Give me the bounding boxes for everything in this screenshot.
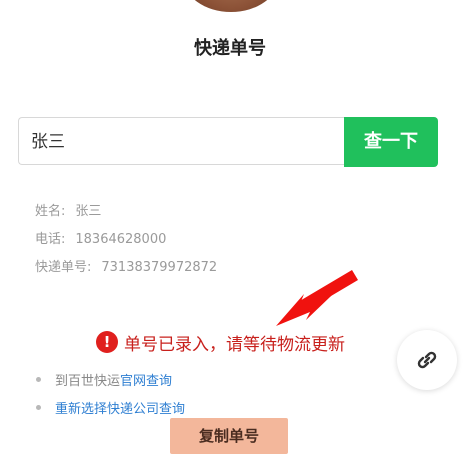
page: 快递单号 张三 查一下 姓名: 张三 电话: 18364628000 快递单号: 73… — [0, 0, 464, 469]
avatar — [183, 0, 279, 12]
info-phone-row: 电话: 18364628000 — [35, 228, 166, 247]
info-tracking-row: 快递单号: 73138379972872 — [35, 256, 217, 275]
bullet-icon — [36, 405, 41, 410]
search-bar: 张三 查一下 — [18, 117, 438, 167]
page-title: 快递单号 — [194, 38, 266, 59]
name-value: 张三 — [75, 204, 102, 219]
link-icon — [417, 351, 437, 369]
bullet-icon — [36, 377, 41, 382]
official-site-prefix: 到百世快运 — [55, 374, 121, 389]
reselect-courier-link-row: 重新选择快递公司查询 — [36, 398, 185, 417]
official-site-link-row: 到百世快运 官网查询 — [36, 370, 172, 389]
info-name-row: 姓名: 张三 — [35, 200, 101, 219]
copy-tracking-button[interactable]: 复制单号 — [170, 418, 288, 454]
phone-value: 18364628000 — [75, 232, 167, 247]
alert-icon: ! — [96, 331, 118, 353]
red-arrow-icon — [276, 270, 358, 326]
reselect-courier-link[interactable]: 重新选择快递公司查询 — [55, 398, 185, 417]
status-text: 单号已录入，请等待物流更新 — [124, 334, 345, 355]
name-label: 姓名: — [35, 204, 66, 219]
official-site-link[interactable]: 官网查询 — [120, 370, 172, 389]
search-button[interactable]: 查一下 — [344, 117, 438, 167]
status-message: ! 单号已录入，请等待物流更新 — [96, 330, 345, 355]
tracking-value: 73138379972872 — [101, 260, 218, 275]
phone-label: 电话: — [35, 232, 66, 247]
search-input[interactable]: 张三 — [18, 117, 344, 165]
tracking-label: 快递单号: — [35, 260, 92, 275]
floating-link-button[interactable] — [397, 330, 457, 390]
